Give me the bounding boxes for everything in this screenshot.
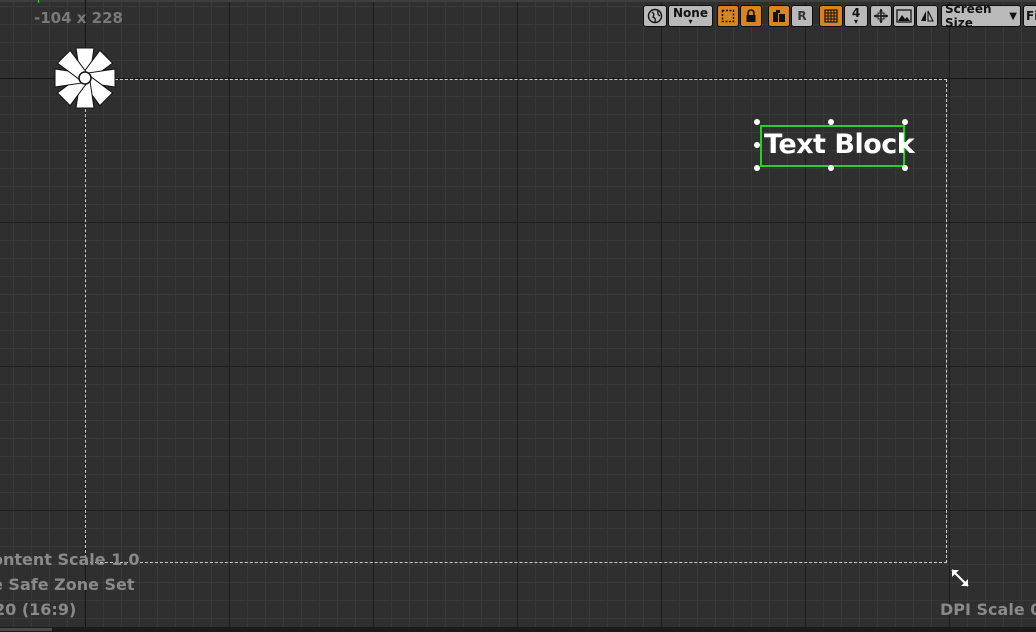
chevron-down-icon: ▾ <box>688 17 693 26</box>
lock-icon <box>746 9 756 22</box>
grid-icon <box>824 9 838 23</box>
lock-toggle-button[interactable] <box>740 5 762 27</box>
mirror-icon <box>921 10 934 22</box>
fill-screen-label: Fi <box>1026 9 1036 23</box>
transform-mode-dropdown[interactable]: None ▾ <box>668 5 713 27</box>
fill-screen-dropdown[interactable]: Fi <box>1023 5 1036 27</box>
reset-button[interactable]: R <box>791 5 813 27</box>
chevron-down-icon: ▼ <box>1009 10 1017 22</box>
chevron-down-icon: ▾ <box>853 17 858 26</box>
world-space-toggle-button[interactable] <box>643 5 667 27</box>
resize-handle-left[interactable] <box>754 142 760 148</box>
resize-handle-top[interactable] <box>828 119 834 125</box>
resolution-info: 20 (16:9) <box>0 600 77 619</box>
screen-size-dropdown[interactable]: Screen Size ▼ <box>941 2 1021 30</box>
resize-handle-top-left[interactable] <box>754 119 760 125</box>
resize-handle-bottom-right[interactable] <box>902 165 908 171</box>
horizontal-scrollbar[interactable] <box>0 627 1036 632</box>
pan-button[interactable] <box>870 5 892 27</box>
text-block-widget[interactable]: Text Block <box>764 128 915 162</box>
dpi-scale-info: DPI Scale 0 <box>940 600 1036 619</box>
resize-handle-bottom-left[interactable] <box>754 165 760 171</box>
content-scale-info: ontent Scale 1.0 <box>0 550 140 569</box>
cursor-coordinates: -104 x 228 <box>34 9 123 27</box>
move-arrows-icon <box>874 9 888 23</box>
grid-size-dropdown[interactable]: 4 ▾ <box>844 5 868 27</box>
screen-size-label: Screen Size <box>945 2 992 30</box>
safe-zone-info: e Safe Zone Set <box>0 575 135 594</box>
resize-handle-top-right[interactable] <box>902 119 908 125</box>
screen-resize-icon[interactable] <box>950 568 970 588</box>
scrollbar-thumb[interactable] <box>0 628 52 631</box>
flip-direction-button[interactable] <box>916 5 938 27</box>
layout-toggle-button[interactable] <box>768 5 790 27</box>
image-icon <box>896 9 912 23</box>
outline-toggle-button[interactable] <box>717 5 739 27</box>
globe-icon <box>647 8 663 24</box>
ruler-tick <box>38 0 39 3</box>
layout-icon <box>773 10 785 22</box>
top-ruler <box>0 0 1036 3</box>
dashed-outline-icon <box>721 9 735 23</box>
grid-snap-toggle-button[interactable] <box>819 5 843 27</box>
background-image-button[interactable] <box>893 5 915 27</box>
resize-handle-bottom[interactable] <box>828 165 834 171</box>
resize-handle-right[interactable] <box>902 142 908 148</box>
anchor-icon[interactable] <box>53 46 117 110</box>
